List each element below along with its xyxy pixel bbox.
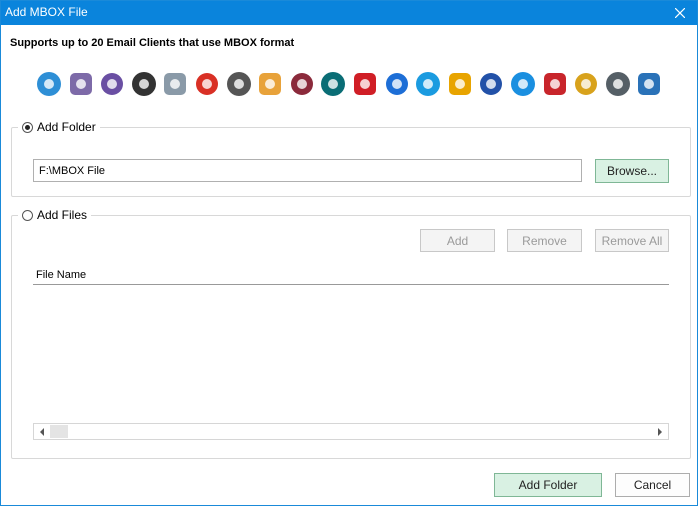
horizontal-scrollbar[interactable] bbox=[33, 423, 669, 440]
window-title: Add MBOX File bbox=[5, 5, 88, 19]
x-mail-icon bbox=[476, 69, 506, 99]
mail-plus-icon bbox=[382, 69, 412, 99]
dialog-content: Supports up to 20 Email Clients that use… bbox=[1, 25, 697, 505]
scroll-left-arrow[interactable] bbox=[34, 424, 50, 439]
add-files-radio[interactable]: Add Files bbox=[18, 208, 92, 222]
add-button[interactable]: Add bbox=[420, 229, 495, 252]
add-folder-radio-button[interactable] bbox=[22, 121, 33, 133]
grapes-icon bbox=[287, 69, 317, 99]
file-name-column-header[interactable]: File Name bbox=[36, 269, 86, 281]
close-button[interactable] bbox=[663, 1, 697, 25]
title-bar: Add MBOX File bbox=[1, 1, 697, 25]
paper-plane-icon bbox=[508, 69, 538, 99]
scroll-right-arrow[interactable] bbox=[652, 424, 668, 439]
seamonkey-icon bbox=[603, 69, 633, 99]
netscape-icon bbox=[318, 69, 348, 99]
g-mail-icon bbox=[255, 69, 285, 99]
email-clients-icon-row bbox=[34, 69, 666, 103]
chevron-right-icon bbox=[658, 427, 662, 436]
supported-clients-text: Supports up to 20 Email Clients that use… bbox=[10, 37, 295, 49]
browse-button[interactable]: Browse... bbox=[595, 159, 669, 183]
add-mbox-dialog: Add MBOX File Supports up to 20 Email Cl… bbox=[0, 0, 698, 506]
cancel-button[interactable]: Cancel bbox=[615, 473, 690, 497]
red-arrow-icon bbox=[540, 69, 570, 99]
gnu-icon bbox=[224, 69, 254, 99]
thunderbird-icon bbox=[634, 69, 664, 99]
blue-book-icon bbox=[413, 69, 443, 99]
close-icon bbox=[675, 8, 685, 18]
add-folder-button[interactable]: Add Folder bbox=[494, 473, 602, 497]
gmail-icon bbox=[192, 69, 222, 99]
bat-icon bbox=[571, 69, 601, 99]
add-files-radio-label: Add Files bbox=[37, 208, 88, 222]
add-folder-group: Add Folder F:\MBOX File Browse... bbox=[11, 120, 691, 197]
cloud-clock-icon bbox=[160, 69, 190, 99]
add-files-radio-button[interactable] bbox=[22, 209, 33, 221]
remove-all-button[interactable]: Remove All bbox=[595, 229, 669, 252]
e-client-icon bbox=[97, 69, 127, 99]
opera-icon bbox=[350, 69, 380, 99]
folder-path-input[interactable]: F:\MBOX File bbox=[33, 159, 582, 182]
chevron-left-icon bbox=[40, 427, 44, 436]
scroll-thumb[interactable] bbox=[50, 425, 68, 438]
add-folder-radio-label: Add Folder bbox=[37, 120, 96, 134]
column-header-divider bbox=[33, 284, 669, 285]
at-sign-icon bbox=[445, 69, 475, 99]
remove-button[interactable]: Remove bbox=[507, 229, 582, 252]
postbox-icon bbox=[66, 69, 96, 99]
add-files-group: Add Files Add Remove Remove All File Nam… bbox=[11, 208, 691, 459]
eudora-icon bbox=[129, 69, 159, 99]
folder-path-value: F:\MBOX File bbox=[39, 164, 106, 177]
mail-window-icon bbox=[34, 69, 64, 99]
add-folder-radio[interactable]: Add Folder bbox=[18, 120, 100, 134]
